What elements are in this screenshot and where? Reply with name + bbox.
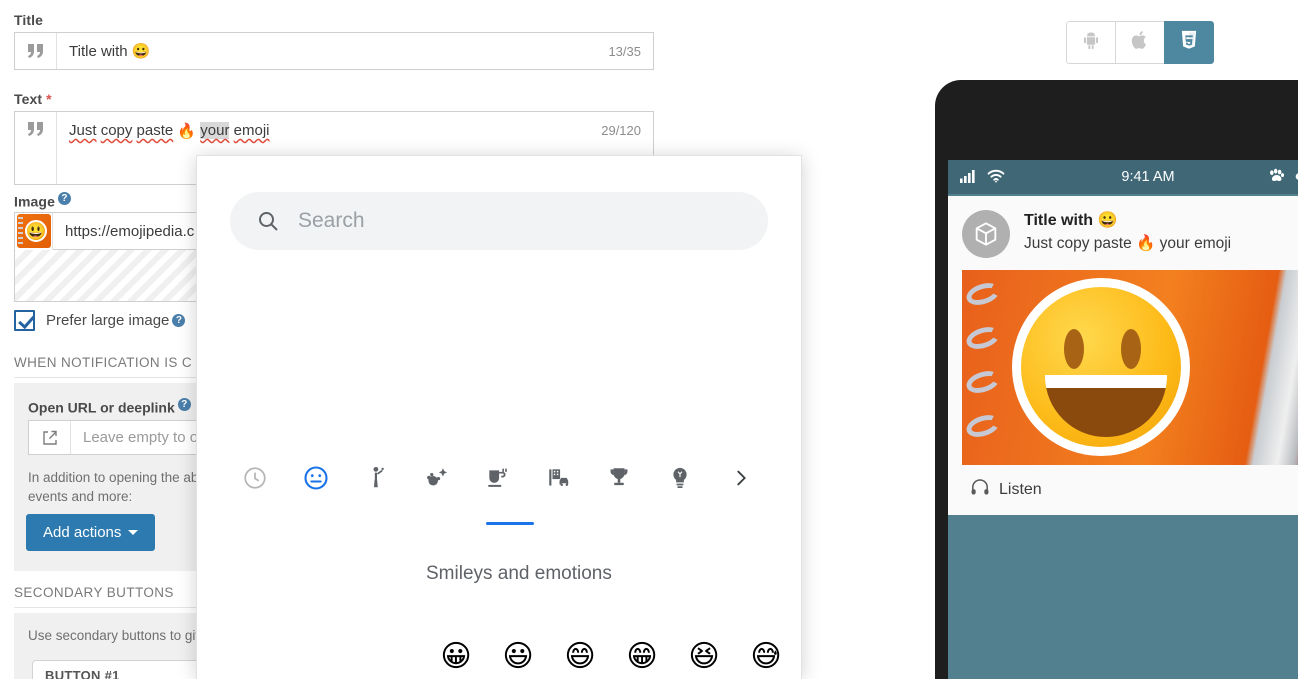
text-emoji: 🔥 bbox=[177, 123, 197, 140]
emoji-category-nature[interactable] bbox=[407, 456, 468, 504]
download-cloud-icon bbox=[1294, 168, 1298, 186]
title-field-label: Title bbox=[14, 12, 44, 28]
person-icon bbox=[364, 465, 390, 496]
wifi-icon bbox=[987, 169, 1005, 186]
text-word-3: paste bbox=[136, 122, 174, 139]
emoji-cell[interactable]: 😂 bbox=[797, 626, 801, 679]
android-icon bbox=[1080, 29, 1102, 56]
title-input-group[interactable]: Title with 😀 13/35 bbox=[14, 32, 654, 70]
title-input[interactable]: Title with 😀 bbox=[57, 33, 608, 69]
text-word-2: copy bbox=[100, 122, 133, 139]
prefer-large-image-checkbox[interactable] bbox=[14, 310, 35, 331]
text-word-4-selected: your bbox=[200, 122, 230, 139]
notification-preview-card[interactable]: Title with 😀 Just copy paste 🔥 your emoj… bbox=[948, 196, 1298, 515]
phone-screen: 9:41 AM Title with 😀 Just copy paste 🔥 y… bbox=[948, 160, 1298, 679]
deeplink-label: Open URL or deeplink? bbox=[28, 398, 191, 416]
emojipedia-book-icon: 😃 bbox=[15, 213, 53, 250]
headphones-icon bbox=[970, 478, 990, 501]
title-char-count: 13/35 bbox=[608, 43, 641, 59]
trophy-icon bbox=[606, 465, 632, 496]
notebook-spiral bbox=[963, 270, 1003, 465]
text-field-label: Text * bbox=[14, 91, 52, 107]
emoji-group-title: Smileys and emotions bbox=[426, 563, 612, 584]
add-actions-label: Add actions bbox=[43, 524, 122, 541]
coffee-icon bbox=[485, 465, 511, 496]
quote-icon bbox=[15, 112, 57, 184]
emoji-grid[interactable]: 😀😃😄😁😆😅😂🤣😭😗😙😚😘🥰😍🤩🥳🤗🙃🙂🥲☺️😊😏😌😔🤭😛😝😜🤪😶😐😑😬🤐 bbox=[425, 626, 801, 679]
emoji-search-placeholder: Search bbox=[298, 209, 365, 232]
external-link-icon bbox=[29, 421, 71, 454]
notification-image bbox=[962, 270, 1298, 465]
help-icon[interactable]: ? bbox=[57, 192, 71, 205]
notification-header: Title with 😀 Just copy paste 🔥 your emoj… bbox=[948, 196, 1298, 270]
emoji-cell[interactable]: 😁 bbox=[611, 626, 673, 679]
nature-icon bbox=[424, 465, 450, 496]
emoji-cell[interactable]: 😅 bbox=[735, 626, 797, 679]
text-word-1: Just bbox=[69, 122, 97, 139]
notification-image-face bbox=[1012, 278, 1190, 456]
chevron-right-icon bbox=[730, 467, 752, 494]
emoji-category-objects[interactable] bbox=[650, 456, 711, 504]
emoji-category-activities[interactable] bbox=[589, 456, 650, 504]
notification-body: Just copy paste 🔥 your emoji bbox=[1024, 235, 1232, 252]
smiley-icon bbox=[302, 464, 330, 497]
clock-icon bbox=[242, 465, 268, 496]
emoji-search-field[interactable]: Search bbox=[230, 192, 768, 250]
platform-button-ios[interactable] bbox=[1115, 21, 1165, 64]
image-field-label: Image? bbox=[14, 192, 71, 210]
text-label-text: Text bbox=[14, 91, 43, 107]
signal-bars-icon bbox=[960, 169, 977, 186]
emoji-category-people[interactable] bbox=[346, 456, 407, 504]
phone-mockup: 9:41 AM Title with 😀 Just copy paste 🔥 y… bbox=[935, 80, 1298, 679]
notification-title: Title with 😀 bbox=[1024, 212, 1118, 229]
notification-action-listen[interactable]: Listen bbox=[948, 465, 1298, 515]
emoji-cell[interactable]: 😃 bbox=[487, 626, 549, 679]
add-actions-button[interactable]: Add actions bbox=[26, 514, 156, 551]
emoji-category-recent[interactable] bbox=[225, 456, 286, 504]
paw-icon bbox=[1268, 168, 1285, 186]
chevron-down-icon bbox=[128, 530, 139, 535]
text-word-5: emoji bbox=[233, 122, 270, 139]
emoji-cell[interactable]: 😀 bbox=[425, 626, 487, 679]
quote-icon bbox=[15, 33, 57, 69]
html5-icon bbox=[1178, 28, 1200, 57]
emoji-cell[interactable]: 😄 bbox=[549, 626, 611, 679]
emoji-category-active-indicator bbox=[486, 522, 534, 525]
emoji-category-more[interactable] bbox=[710, 456, 771, 504]
prefer-large-image-row[interactable]: Prefer large image ? bbox=[14, 310, 186, 331]
platform-button-android[interactable] bbox=[1066, 21, 1116, 64]
notification-action-label: Listen bbox=[999, 480, 1042, 498]
emoji-category-smileys[interactable] bbox=[286, 456, 347, 504]
box-3d-icon bbox=[962, 210, 1010, 258]
emoji-category-tabs[interactable] bbox=[225, 456, 771, 504]
help-icon[interactable]: ? bbox=[172, 314, 186, 327]
deeplink-label-text: Open URL or deeplink bbox=[28, 399, 175, 416]
image-label-text: Image bbox=[14, 193, 55, 210]
emoji-picker-popover[interactable]: Search Smileys and emotions 😀 😃 😄 😁 😆 😅 bbox=[196, 155, 802, 679]
emoji-cell[interactable]: 😆 bbox=[673, 626, 735, 679]
platform-button-web[interactable] bbox=[1164, 21, 1214, 64]
status-bar: 9:41 AM bbox=[948, 160, 1298, 194]
secondary-buttons-note: Use secondary buttons to giv bbox=[28, 628, 203, 643]
emoji-category-food[interactable] bbox=[468, 456, 529, 504]
required-marker: * bbox=[46, 91, 52, 107]
emoji-category-travel[interactable] bbox=[528, 456, 589, 504]
help-icon[interactable]: ? bbox=[177, 398, 191, 411]
search-icon bbox=[256, 209, 280, 233]
lightbulb-icon bbox=[667, 465, 693, 496]
prefer-large-image-label: Prefer large image bbox=[46, 312, 170, 329]
apple-icon bbox=[1129, 28, 1151, 57]
city-car-icon bbox=[546, 465, 572, 496]
platform-toggle-group[interactable] bbox=[1066, 21, 1214, 64]
